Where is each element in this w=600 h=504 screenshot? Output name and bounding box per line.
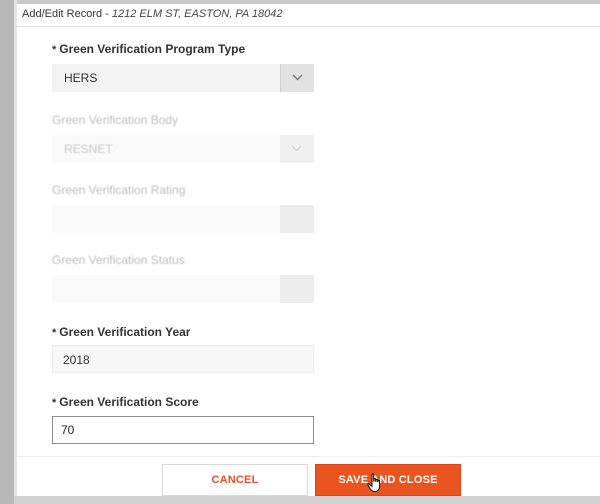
verification-status-label: Green Verification Status [52, 253, 185, 267]
required-marker: * [52, 327, 57, 339]
verification-rating-label-text: Green Verification Rating [52, 183, 186, 197]
verification-score-label: * Green Verification Score [52, 395, 199, 409]
program-type-label-text: Green Verification Program Type [59, 42, 246, 56]
verification-year-label-text: Green Verification Year [59, 325, 191, 339]
dialog-title-address: 1212 ELM ST, EASTON, PA 18042 [111, 8, 283, 20]
verification-year-label: * Green Verification Year [52, 325, 190, 339]
program-type-dropdown-button[interactable] [280, 64, 314, 92]
hand-pointer-icon [367, 473, 381, 492]
save-and-close-button[interactable]: SAVE AND CLOSE [315, 464, 461, 496]
cancel-button[interactable]: CANCEL [162, 464, 308, 496]
verification-year-value: 2018 [63, 353, 90, 367]
program-type-value: HERS [64, 71, 98, 85]
title-divider [17, 26, 600, 27]
required-marker: * [52, 44, 57, 56]
chevron-down-icon [291, 145, 302, 152]
verification-score-input[interactable] [52, 416, 314, 444]
footer-divider [17, 456, 600, 457]
dialog-title: Add/Edit Record - 1212 ELM ST, EASTON, P… [22, 8, 282, 20]
program-type-label: * Green Verification Program Type [52, 42, 245, 56]
verification-body-dropdown-button[interactable] [280, 135, 314, 163]
dialog-title-prefix: Add/Edit Record - [22, 8, 112, 20]
verification-year-field[interactable]: 2018 [52, 345, 314, 373]
verification-score-label-text: Green Verification Score [59, 395, 199, 409]
window-left-inner-border [14, 0, 17, 504]
verification-body-value: RESNET [64, 142, 113, 156]
verification-status-select[interactable] [52, 275, 314, 303]
verification-body-label-text: Green Verification Body [52, 113, 179, 127]
program-type-select[interactable]: HERS [52, 64, 314, 92]
verification-body-select[interactable]: RESNET [52, 135, 314, 163]
required-marker: * [52, 397, 57, 409]
verification-body-label: Green Verification Body [52, 113, 178, 127]
verification-status-dropdown-button[interactable] [280, 275, 314, 303]
chevron-down-icon [292, 74, 303, 81]
verification-rating-select[interactable] [52, 205, 314, 233]
window-left-border [0, 0, 14, 504]
window-bottom-border [14, 496, 600, 504]
verification-rating-label: Green Verification Rating [52, 183, 185, 197]
verification-rating-dropdown-button[interactable] [280, 205, 314, 233]
window-top-border [0, 0, 600, 4]
verification-status-label-text: Green Verification Status [52, 253, 185, 267]
